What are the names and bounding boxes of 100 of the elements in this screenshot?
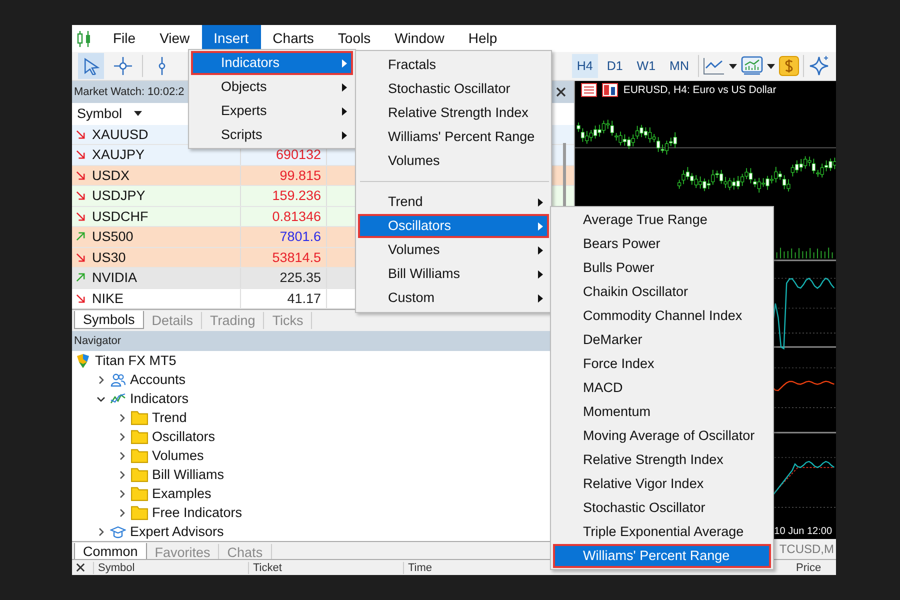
menu-item[interactable]: Custom [358,286,549,310]
tree-item[interactable]: Expert Advisors [130,524,224,539]
line-chart-icon[interactable] [703,57,725,75]
menu-item[interactable]: Objects [191,75,353,99]
cursor-button[interactable] [78,53,104,79]
timeframe-button[interactable]: W1 [632,54,661,78]
close-icon[interactable] [76,563,85,572]
menu-item[interactable]: Stochastic Oscillator [358,77,549,101]
tree-item[interactable]: Volumes [152,448,204,463]
menu-item[interactable]: Momentum [553,400,771,424]
symbol-name: NIKE [92,290,124,306]
chart-title: EURUSD, H4: Euro vs US Dollar [623,84,776,96]
folder-icon [131,448,148,463]
vertical-line-icon [158,57,166,75]
list-icon[interactable] [581,82,598,97]
close-icon[interactable] [556,87,566,97]
bid-price: 690132 [276,147,321,162]
caret-icon[interactable] [767,64,775,68]
menu-item[interactable]: Charts [260,25,326,52]
menu-item[interactable]: Relative Vigor Index [553,472,771,496]
chevron-right-icon[interactable] [96,374,106,384]
symbol-name: USDX [92,168,130,183]
menu-item[interactable]: Force Index [553,352,771,376]
chart-template-icon[interactable] [741,56,763,76]
folder-icon [131,505,148,520]
menu-item[interactable]: Tools [326,25,383,52]
chart-window-icon[interactable] [602,82,618,97]
chevron-right-icon[interactable] [117,508,127,518]
graduation-cap-icon [110,524,126,540]
time-label: 10 Jun 12:00 [774,526,832,538]
tree-item[interactable]: Oscillators [152,429,216,444]
panel-title: Navigator [74,335,122,347]
menu-item[interactable]: Oscillators [358,214,549,238]
chevron-right-icon[interactable] [117,412,127,422]
menu-item[interactable]: Window [382,25,456,52]
chart-tab[interactable]: TCUSD,M [779,542,836,556]
sort-caret-icon[interactable] [134,111,142,116]
panel-title: Market Watch: 10:02:2 [74,86,184,98]
symbol-name: US500 [92,229,134,244]
tree-item[interactable]: Titan FX MT5 [95,353,176,368]
folder-icon [131,410,148,425]
symbol-name: USDCHF [92,208,148,224]
bid-price: 99.815 [280,168,321,182]
symbol-name: XAUJPY [92,147,145,162]
bid-price: 53814.5 [272,250,321,264]
menu-item[interactable]: Relative Strength Index [553,448,771,472]
column-header[interactable]: Symbol [77,106,122,122]
menu-item[interactable]: File [101,25,148,52]
symbol-name: XAUUSD [92,126,148,142]
menu-item[interactable]: Williams' Percent Range [553,544,771,568]
tree-item[interactable]: Accounts [130,372,186,387]
menu-item[interactable]: Relative Strength Index [358,101,549,125]
timeframe-button[interactable]: MN [664,54,694,78]
menu-item[interactable]: Fractals [358,53,549,77]
menu-item[interactable]: Triple Exponential Average [553,520,771,544]
tree-item[interactable]: Trend [152,410,187,425]
timeframe-button[interactable]: H4 [572,54,598,78]
menu-item[interactable]: Indicators [191,51,353,75]
menu-item[interactable]: Stochastic Oscillator [553,496,771,520]
column-header[interactable]: Symbol [93,562,248,574]
sparkle-icon[interactable] [808,55,830,77]
tab[interactable]: Symbols [74,311,144,329]
menu-item[interactable]: MACD [553,376,771,400]
menu-item[interactable]: Scripts [191,123,353,147]
symbol-name: NVIDIA [92,270,138,286]
folder-icon [131,486,148,501]
chevron-right-icon[interactable] [117,488,127,498]
menu-item[interactable]: Moving Average of Oscillator [553,424,771,448]
chevron-right-icon[interactable] [117,450,127,460]
bid-price: 0.81346 [272,208,321,224]
tree-item[interactable]: Free Indicators [152,505,242,520]
chevron-right-icon[interactable] [117,432,127,442]
cursor-icon [82,58,100,74]
menu-item[interactable]: DeMarker [553,328,771,352]
dollar-icon[interactable] [779,56,799,76]
bid-price: 225.35 [280,270,321,285]
chevron-right-icon[interactable] [117,470,127,480]
symbol-name: USDJPY [92,188,146,204]
menu-item[interactable]: View [148,25,202,52]
menu-item[interactable]: Help [456,25,510,52]
folder-icon [131,429,148,444]
tree-item[interactable]: Examples [152,486,212,501]
people-icon [110,372,126,388]
bid-price: 7801.6 [280,229,321,244]
chevron-right-icon[interactable] [96,526,106,536]
column-header[interactable]: Price [792,562,836,574]
caret-icon[interactable] [729,64,737,68]
crosshair-icon [114,57,132,75]
column-header[interactable]: Ticket [248,562,403,574]
symbol-name: US30 [92,250,126,265]
bid-price: 41.17 [287,290,321,306]
timeframe-button[interactable]: D1 [602,54,628,78]
logo-icon [75,352,91,368]
tree-item[interactable]: Bill Williams [152,467,224,482]
scrollbar[interactable] [563,142,566,206]
tree-item[interactable]: Indicators [130,391,189,406]
candlestick-logo-icon [77,30,91,46]
menu-item[interactable]: Experts [191,99,353,123]
folder-icon [131,467,148,482]
bid-price: 159.236 [272,188,321,203]
